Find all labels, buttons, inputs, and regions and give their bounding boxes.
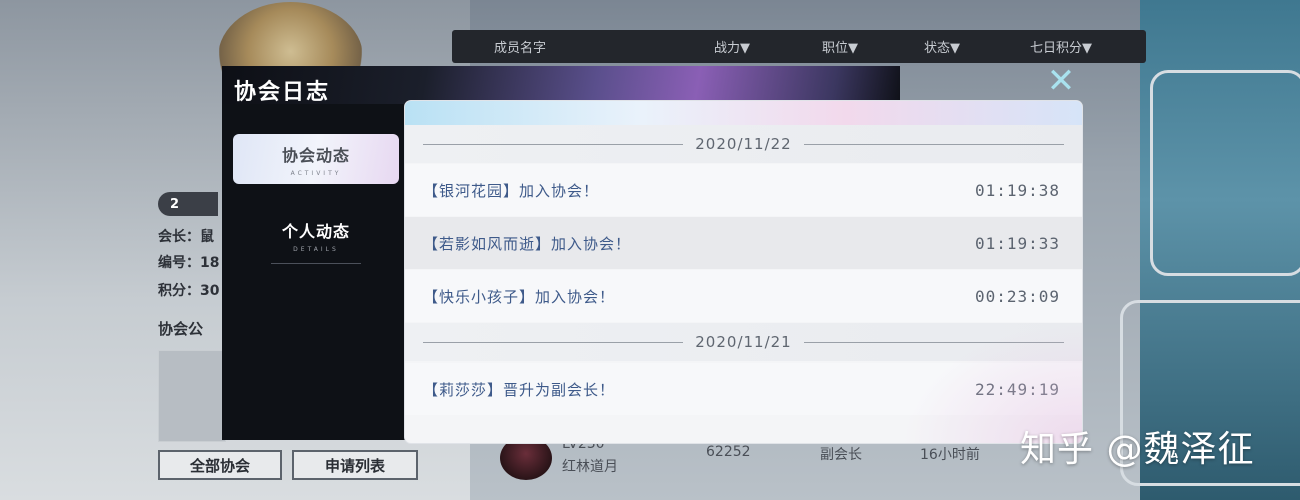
log-message: 【莉莎莎】晋升为副会长！: [423, 380, 616, 399]
log-time: 22:49:19: [974, 379, 1060, 399]
log-time: 01:19:33: [974, 233, 1060, 253]
column-weekly-score[interactable]: 七日积分▼: [1030, 37, 1092, 56]
guild-rank-badge: 2: [158, 192, 218, 216]
modal-title: 协会日志: [234, 80, 331, 105]
all-guilds-button[interactable]: 全部协会: [158, 450, 282, 480]
tab-label: 协会动态: [281, 145, 350, 165]
log-message: 【快乐小孩子】加入协会！: [423, 287, 616, 306]
member-power: 62252: [706, 444, 751, 460]
date-label: 2020/11/21: [695, 333, 792, 351]
member-role: 副会长: [820, 447, 862, 463]
guild-notice-box: [158, 350, 226, 442]
column-status[interactable]: 状态▼: [924, 37, 960, 56]
close-icon[interactable]: ✕: [1044, 64, 1078, 98]
date-separator: 2020/11/22: [405, 125, 1082, 163]
guild-score-line: 积分：30: [158, 283, 220, 299]
member-name: 红林道月: [562, 459, 618, 475]
column-position[interactable]: 职位▼: [822, 37, 858, 56]
application-list-button[interactable]: 申请列表: [292, 450, 418, 480]
log-message: 【若影如风而逝】加入协会！: [423, 234, 632, 253]
log-panel: 2020/11/22 【银河花园】加入协会！ 01:19:38 【若影如风而逝】…: [405, 101, 1082, 443]
log-entry: 【快乐小孩子】加入协会！ 00:23:09: [405, 270, 1082, 322]
member-table-header: 成员名字 战力▼ 职位▼ 状态▼ 七日积分▼: [452, 30, 1146, 63]
guild-id-line: 编号：18: [158, 255, 220, 271]
column-power[interactable]: 战力▼: [714, 37, 750, 56]
member-status: 16小时前: [920, 447, 980, 463]
guild-leader-line: 会长：鼠: [158, 229, 214, 245]
tab-sublabel: DETAILS: [293, 245, 339, 253]
log-time: 01:19:38: [974, 180, 1060, 200]
tab-personal-activity[interactable]: 个人动态 DETAILS: [233, 210, 399, 264]
date-label: 2020/11/22: [695, 135, 792, 153]
log-message: 【银河花园】加入协会！: [423, 181, 600, 200]
column-member-name: 成员名字: [494, 41, 547, 56]
log-panel-topbar: [405, 101, 1082, 125]
log-entry: 【莉莎莎】晋升为副会长！ 22:49:19: [405, 363, 1082, 415]
watermark: 知乎 @魏泽征: [1020, 429, 1255, 470]
log-entry: 【若影如风而逝】加入协会！ 01:19:33: [405, 217, 1082, 269]
tab-label: 个人动态: [281, 221, 350, 241]
tab-sublabel: ACTIVITY: [290, 169, 342, 177]
date-separator: 2020/11/21: [405, 323, 1082, 361]
log-time: 00:23:09: [974, 286, 1060, 306]
tab-guild-activity[interactable]: 协会动态 ACTIVITY: [233, 134, 399, 184]
guild-notice-title: 协会公: [158, 320, 204, 338]
log-entry: 【银河花园】加入协会！ 01:19:38: [405, 164, 1082, 216]
